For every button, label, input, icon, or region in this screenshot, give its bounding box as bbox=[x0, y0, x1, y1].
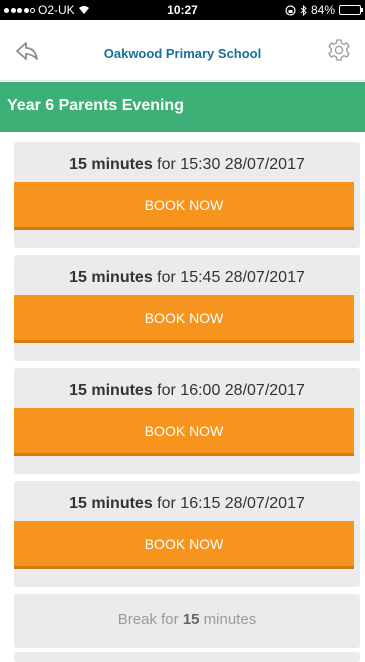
appointment-slot: 15 minutes for 15:45 28/07/2017 BOOK NOW bbox=[14, 255, 360, 361]
slot-description: 15 minutes for 15:30 28/07/2017 bbox=[14, 156, 360, 174]
rotation-lock-icon bbox=[285, 4, 296, 16]
slot-for: for bbox=[157, 156, 176, 173]
slot-description: 15 minutes for 16:00 28/07/2017 bbox=[14, 382, 360, 400]
slot-time: 16:00 28/07/2017 bbox=[180, 382, 305, 399]
slot-description: 15 minutes for 16:15 28/07/2017 bbox=[14, 495, 360, 513]
appointment-slot: 15 minutes for 16:15 28/07/2017 BOOK NOW bbox=[14, 481, 360, 587]
status-right: 84% bbox=[285, 3, 363, 17]
slot-duration: 15 minutes bbox=[69, 382, 153, 399]
battery-icon bbox=[339, 5, 363, 15]
break-suffix: minutes bbox=[203, 611, 257, 628]
next-slot-partial bbox=[14, 652, 360, 662]
slot-for: for bbox=[157, 495, 176, 512]
slot-time: 16:15 28/07/2017 bbox=[180, 495, 305, 512]
slot-time: 15:45 28/07/2017 bbox=[180, 269, 305, 286]
page-title: Oakwood Primary School bbox=[103, 46, 262, 61]
slot-for: for bbox=[157, 269, 176, 286]
appointment-slot: 15 minutes for 15:30 28/07/2017 BOOK NOW bbox=[14, 142, 360, 248]
event-header: Year 6 Parents Evening bbox=[0, 82, 365, 132]
break-duration: 15 bbox=[182, 611, 200, 628]
slot-time: 15:30 28/07/2017 bbox=[180, 156, 305, 173]
navigation-bar: Oakwood Primary School bbox=[0, 20, 365, 81]
status-bar: O2-UK 10:27 84% bbox=[0, 0, 365, 20]
appointment-slot: 15 minutes for 16:00 28/07/2017 BOOK NOW bbox=[14, 368, 360, 474]
slot-description: 15 minutes for 15:45 28/07/2017 bbox=[14, 269, 360, 287]
slot-duration: 15 minutes bbox=[69, 495, 153, 512]
book-now-button[interactable]: BOOK NOW bbox=[14, 295, 354, 343]
battery-percent: 84% bbox=[310, 3, 335, 17]
break-prefix: Break for bbox=[117, 611, 179, 628]
slot-duration: 15 minutes bbox=[69, 156, 153, 173]
book-now-button[interactable]: BOOK NOW bbox=[14, 182, 354, 230]
book-now-button[interactable]: BOOK NOW bbox=[14, 408, 354, 456]
slot-for: for bbox=[157, 382, 176, 399]
appointment-slot-list: 15 minutes for 15:30 28/07/2017 BOOK NOW… bbox=[14, 142, 360, 648]
gear-icon[interactable] bbox=[327, 38, 351, 62]
break-slot: Break for 15 minutes bbox=[14, 594, 360, 648]
slot-duration: 15 minutes bbox=[69, 269, 153, 286]
bluetooth-icon bbox=[300, 4, 307, 16]
book-now-button[interactable]: BOOK NOW bbox=[14, 521, 354, 569]
